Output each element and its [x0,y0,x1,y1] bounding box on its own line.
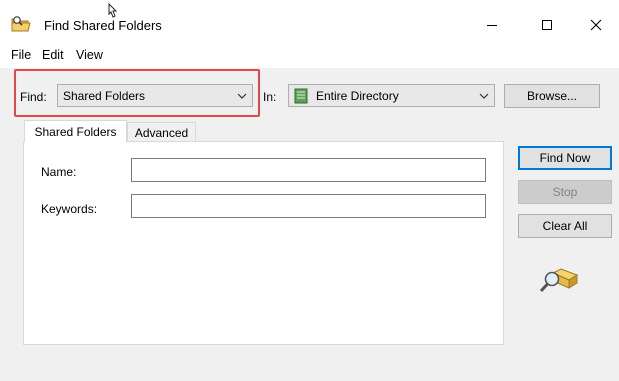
name-input[interactable] [131,158,486,182]
close-button[interactable] [573,10,619,40]
minimize-button[interactable] [469,10,515,40]
clear-all-button[interactable]: Clear All [518,214,612,238]
tab-advanced[interactable]: Advanced [127,122,196,143]
keywords-input[interactable] [131,194,486,218]
menu-view[interactable]: View [76,48,103,62]
chevron-down-icon [232,85,252,106]
tab-shared-folders[interactable]: Shared Folders [24,120,127,143]
in-label: In: [263,90,277,104]
minimize-icon [486,19,498,31]
name-label: Name: [41,165,77,179]
keywords-label: Keywords: [41,202,98,216]
in-scope-value: Entire Directory [316,88,399,103]
find-label: Find: [20,90,47,104]
close-icon [590,19,602,31]
find-type-dropdown[interactable]: Shared Folders [57,84,253,107]
find-now-button[interactable]: Find Now [518,146,612,170]
find-folder-icon [11,15,31,33]
mouse-cursor-icon [107,2,119,22]
menu-bar: File Edit View [0,44,619,68]
find-type-value: Shared Folders [63,88,146,103]
title-bar: Find Shared Folders [0,0,619,44]
directory-icon [294,88,308,104]
stop-button[interactable]: Stop [518,180,612,204]
menu-file[interactable]: File [11,48,31,62]
window-title: Find Shared Folders [44,18,162,33]
chevron-down-icon [474,85,494,106]
browse-button[interactable]: Browse... [504,84,600,108]
menu-edit[interactable]: Edit [42,48,64,62]
in-scope-dropdown[interactable]: Entire Directory [288,84,495,107]
magnifier-folder-icon [539,263,579,295]
maximize-icon [541,19,553,31]
maximize-button[interactable] [524,10,570,40]
